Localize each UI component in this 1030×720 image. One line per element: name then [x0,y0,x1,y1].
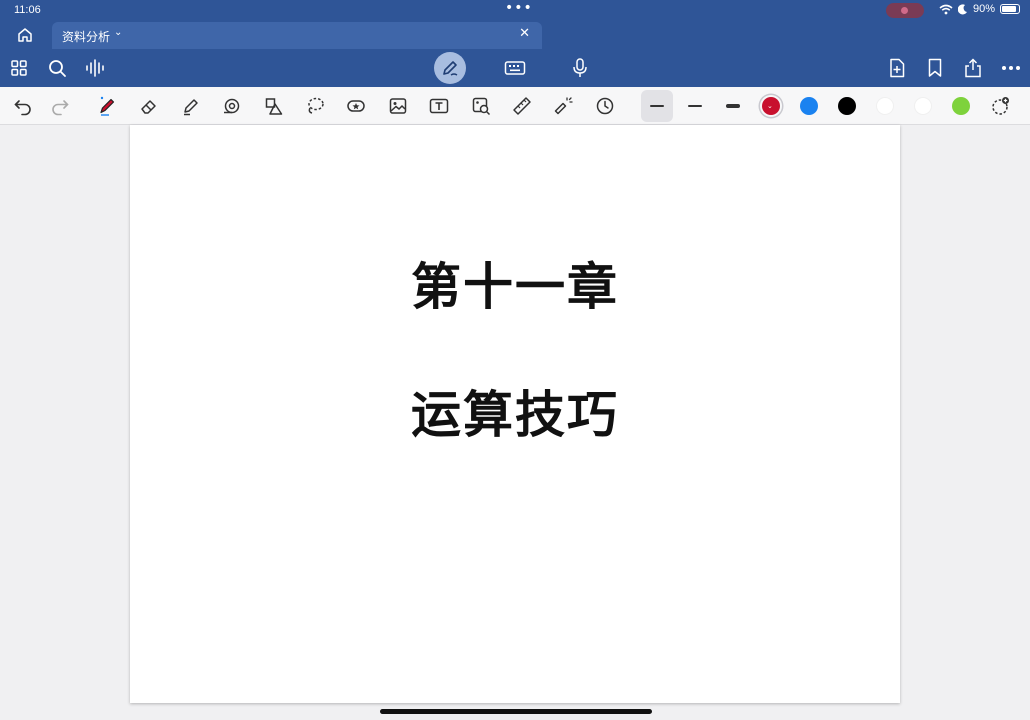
status-bar: 11:06 ••• 90% [0,0,1030,20]
laser-icon[interactable] [550,93,576,119]
color-swatch-red[interactable]: ⌄ [762,97,780,115]
text-icon[interactable] [426,93,452,119]
waveform-icon[interactable] [82,55,108,81]
ruler-icon[interactable] [509,93,535,119]
lasso-icon[interactable] [302,93,328,119]
color-swatch-white[interactable] [876,97,894,115]
add-color-icon[interactable] [987,93,1013,119]
search-icon[interactable] [44,55,70,81]
grid-icon[interactable] [6,55,32,81]
chevron-down-icon: ⌄ [767,102,773,110]
screen-recording-icon [886,3,924,18]
stroke-medium[interactable] [679,90,711,122]
scan-icon[interactable] [468,93,494,119]
tab-bar: 资料分析 ⌄ ✕ [0,20,1030,49]
eraser-icon[interactable] [136,93,162,119]
drawing-toolbar: ⌄ [0,87,1030,125]
color-swatch-white-2[interactable] [914,97,932,115]
notebook-page[interactable]: 第十一章 运算技巧 [130,125,900,703]
pen-mode-icon [443,61,458,76]
home-icon [18,28,32,42]
image-icon[interactable] [385,93,411,119]
color-swatch-blue[interactable] [800,97,818,115]
sticker-icon[interactable] [343,93,369,119]
bookmark-icon[interactable] [922,55,948,81]
microphone-icon[interactable] [567,55,593,81]
document-tab-title: 资料分析 [62,30,111,44]
share-icon[interactable] [960,55,986,81]
undo-icon[interactable] [10,93,36,119]
more-icon[interactable] [998,55,1024,81]
chevron-down-icon[interactable]: ⌄ [114,27,122,38]
moon-icon [957,3,967,14]
tape-icon[interactable] [219,93,245,119]
stroke-thick[interactable] [717,90,749,122]
highlighter-icon[interactable] [178,93,204,119]
pen-icon[interactable] [94,93,120,119]
stroke-thin[interactable] [641,90,673,122]
battery-percent: 90% [972,3,995,15]
page-heading: 第十一章 [411,258,619,316]
home-button[interactable] [12,24,38,46]
multitask-dots-icon[interactable]: ••• [505,0,533,16]
close-tab-icon[interactable]: ✕ [519,26,530,41]
add-page-icon[interactable] [884,55,910,81]
document-tab[interactable]: 资料分析 ⌄ ✕ [52,22,542,49]
home-indicator[interactable] [380,709,652,714]
battery-icon [1000,4,1020,14]
redo-icon[interactable] [47,93,73,119]
keyboard-icon[interactable] [502,55,528,81]
clock-icon[interactable] [592,93,618,119]
page-subheading: 运算技巧 [411,386,619,444]
color-swatch-black[interactable] [838,97,856,115]
status-time: 11:06 [14,4,41,16]
color-swatch-green[interactable] [952,97,970,115]
pen-mode-button[interactable] [434,52,466,84]
shapes-icon[interactable] [261,93,287,119]
status-right: 90% [939,3,1020,15]
app-toolbar [0,49,1030,87]
wifi-icon [939,4,953,14]
